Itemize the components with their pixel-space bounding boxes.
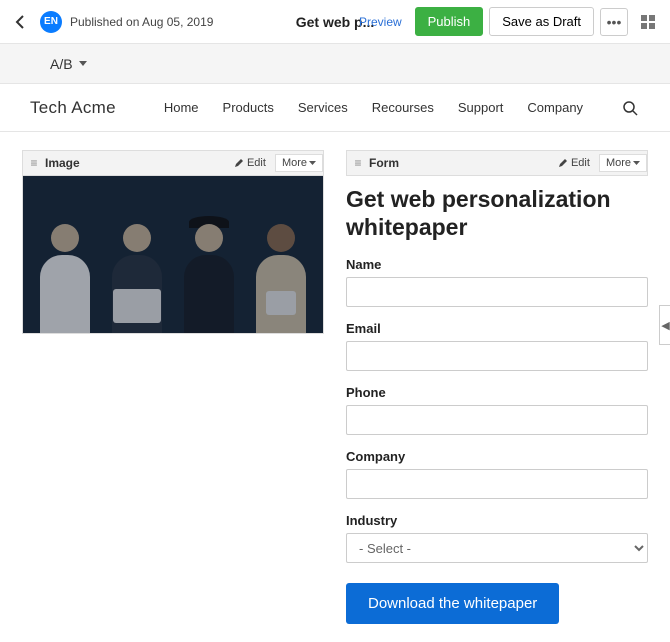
nav-recourses[interactable]: Recourses	[360, 100, 446, 115]
form-column: ≡ Form Edit More Get web personalization…	[346, 150, 648, 624]
nav-products[interactable]: Products	[211, 100, 286, 115]
nav-company[interactable]: Company	[515, 100, 595, 115]
phone-input[interactable]	[346, 405, 648, 435]
workspace: ≡ Image Edit More	[0, 132, 670, 642]
language-badge[interactable]: EN	[40, 11, 62, 33]
layout-grid-button[interactable]	[634, 8, 662, 36]
search-button[interactable]	[620, 98, 640, 118]
download-button[interactable]: Download the whitepaper	[346, 583, 559, 624]
form-edit-button[interactable]: Edit	[553, 155, 595, 171]
topbar: EN Published on Aug 05, 2019 Get web p..…	[0, 0, 670, 44]
form-block-label: Form	[369, 156, 399, 170]
published-date: Published on Aug 05, 2019	[70, 15, 213, 29]
email-label: Email	[346, 321, 648, 336]
company-input[interactable]	[346, 469, 648, 499]
more-label: More	[282, 157, 307, 169]
caret-down-icon	[79, 61, 87, 66]
publish-button[interactable]: Publish	[415, 7, 484, 36]
preview-link[interactable]: Preview	[359, 15, 402, 29]
ab-dropdown[interactable]: A/B	[50, 56, 87, 72]
drag-handle-icon[interactable]: ≡	[347, 156, 369, 170]
search-icon	[622, 100, 638, 116]
edit-label: Edit	[571, 157, 590, 169]
site-nav: Tech Acme Home Products Services Recours…	[0, 84, 670, 132]
industry-select[interactable]: - Select -	[346, 533, 648, 563]
edit-label: Edit	[247, 157, 266, 169]
hero-image[interactable]	[22, 176, 324, 334]
save-draft-button[interactable]: Save as Draft	[489, 7, 594, 36]
grid-icon	[641, 15, 655, 29]
form-more-button[interactable]: More	[599, 154, 647, 172]
more-label: More	[606, 157, 631, 169]
image-block-header: ≡ Image Edit More	[22, 150, 324, 176]
form-title: Get web personalization whitepaper	[346, 186, 648, 241]
name-input[interactable]	[346, 277, 648, 307]
ab-label: A/B	[50, 56, 73, 72]
chevron-left-icon: ◀	[661, 319, 669, 332]
drag-handle-icon[interactable]: ≡	[23, 156, 45, 170]
image-column: ≡ Image Edit More	[22, 150, 324, 624]
image-edit-button[interactable]: Edit	[229, 155, 271, 171]
industry-label: Industry	[346, 513, 648, 528]
pencil-icon	[234, 158, 244, 168]
nav-support[interactable]: Support	[446, 100, 516, 115]
back-button[interactable]	[8, 10, 32, 34]
caret-down-icon	[309, 161, 316, 165]
more-menu-button[interactable]: •••	[600, 8, 628, 36]
nav-home[interactable]: Home	[152, 100, 211, 115]
phone-label: Phone	[346, 385, 648, 400]
ab-test-bar: A/B	[0, 44, 670, 84]
chevron-left-icon	[15, 15, 25, 29]
form-block-header: ≡ Form Edit More	[346, 150, 648, 176]
name-label: Name	[346, 257, 648, 272]
pencil-icon	[558, 158, 568, 168]
image-block-label: Image	[45, 156, 80, 170]
nav-services[interactable]: Services	[286, 100, 360, 115]
company-label: Company	[346, 449, 648, 464]
caret-down-icon	[633, 161, 640, 165]
email-input[interactable]	[346, 341, 648, 371]
brand-logo: Tech Acme	[30, 98, 116, 118]
right-panel-toggle[interactable]: ◀	[659, 305, 670, 345]
image-more-button[interactable]: More	[275, 154, 323, 172]
